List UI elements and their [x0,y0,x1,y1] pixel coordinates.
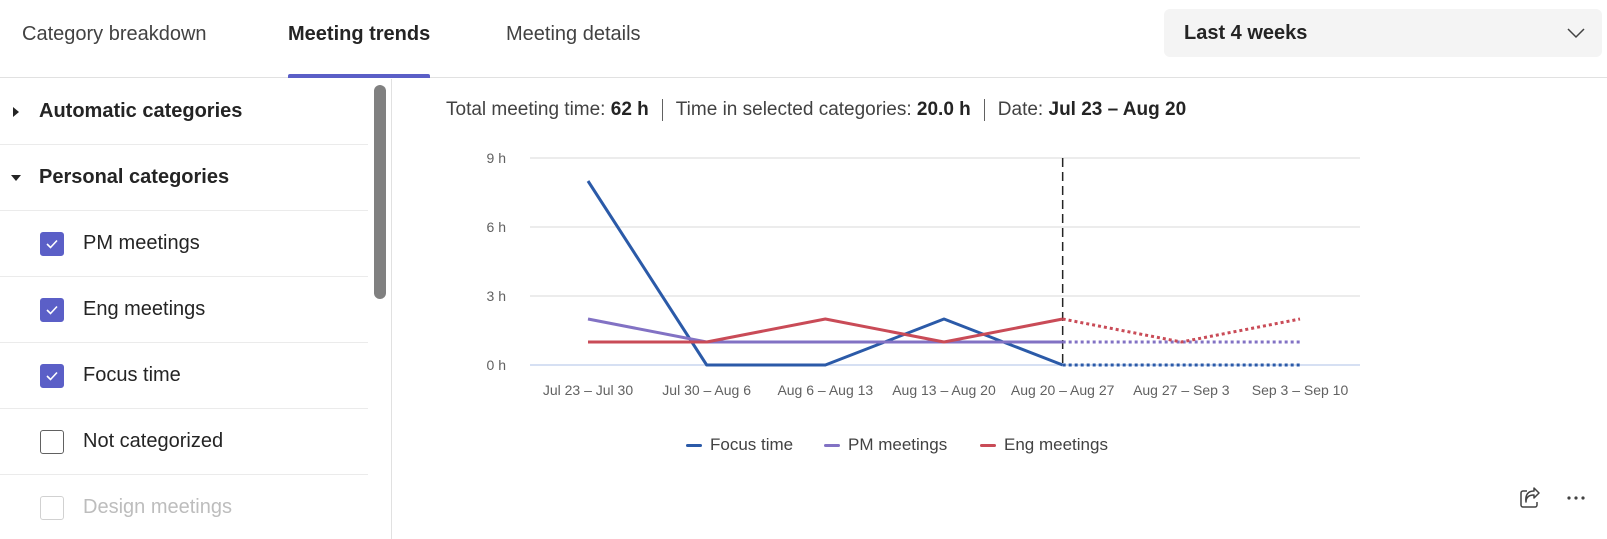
group-personal-categories[interactable]: Personal categories [0,145,368,211]
category-item-not-categorized[interactable]: Not categorized [0,409,368,475]
x-tick-label: Jul 23 – Jul 30 [543,382,633,398]
y-tick-label: 3 h [487,288,506,304]
group-label: Automatic categories [39,100,243,122]
group-automatic-categories[interactable]: Automatic categories [0,79,368,145]
summary-bar: Total meeting time: 62 h Time in selecte… [446,99,1186,121]
date-label: Date: [997,99,1044,120]
total-meeting-time-value: 62 h [610,99,649,120]
legend-label: PM meetings [848,435,948,454]
checkbox[interactable] [40,297,64,322]
checkbox[interactable] [40,231,64,256]
meeting-trends-chart: 0 h 3 h 6 h 9 h Jul 23 – Jul 30 Jul 30 – Aug … [487,150,1360,398]
category-sidebar: Automatic categories Personal categories… [0,79,392,539]
checkmark-icon [46,239,58,249]
category-label: Eng meetings [83,298,206,320]
date-value: Jul 23 – Aug 20 [1048,99,1187,120]
x-tick-label: Aug 27 – Sep 3 [1133,382,1230,398]
category-item-eng-meetings[interactable]: Eng meetings [0,277,368,343]
category-label: Focus time [83,364,181,386]
series-projection-eng-meetings [1062,317,1301,344]
more-icon [1567,496,1585,500]
y-tick-label: 6 h [487,219,506,235]
legend-item-focus-time[interactable]: Focus time [686,435,793,455]
checkbox[interactable] [40,363,64,388]
y-tick-label: 0 h [487,357,506,373]
more-options-button[interactable] [1560,482,1592,514]
chevron-down-icon [1567,28,1585,39]
checkmark-icon [46,305,58,315]
date-range-dropdown[interactable]: Last 4 weeks [1164,9,1602,57]
total-meeting-time-label: Total meeting time: [446,99,606,120]
date-range-value: Last 4 weeks [1184,21,1308,44]
legend-swatch [686,443,702,447]
checkbox [40,495,64,520]
share-icon [1520,487,1540,508]
legend-item-eng-meetings[interactable]: Eng meetings [980,435,1108,455]
x-tick-label: Aug 6 – Aug 13 [777,382,873,398]
x-tick-label: Aug 13 – Aug 20 [892,382,996,398]
tab-category-breakdown[interactable]: Category breakdown [22,0,207,78]
tab-meeting-details[interactable]: Meeting details [506,0,641,78]
group-label: Personal categories [39,166,230,188]
divider [661,99,663,121]
top-bar: Category breakdown Meeting trends Meetin… [0,0,1607,78]
caret-right-icon [13,106,19,117]
divider [983,99,985,121]
category-item-design-meetings: Design meetings [0,475,368,539]
checkmark-icon [46,371,58,381]
series-line-focus-time [586,180,1064,367]
x-tick-label: Jul 30 – Aug 6 [662,382,751,398]
caret-down-icon [11,174,21,181]
x-tick-label: Aug 20 – Aug 27 [1011,382,1115,398]
share-button[interactable] [1514,482,1546,514]
tab-meeting-trends[interactable]: Meeting trends [288,0,431,78]
sidebar-scrollbar[interactable] [374,85,386,299]
category-label: Design meetings [83,496,232,518]
legend-label: Eng meetings [1004,435,1108,454]
selected-time-label: Time in selected categories: [675,99,912,120]
category-item-focus-time[interactable]: Focus time [0,343,368,409]
y-tick-label: 9 h [487,150,506,166]
category-item-pm-meetings[interactable]: PM meetings [0,211,368,277]
selected-time-value: 20.0 h [916,99,971,120]
category-label: PM meetings [83,232,200,254]
legend-item-pm-meetings[interactable]: PM meetings [824,435,947,455]
legend-label: Focus time [710,435,794,454]
category-label: Not categorized [83,430,224,452]
checkbox[interactable] [40,429,64,454]
legend-swatch [824,443,840,447]
x-tick-label: Sep 3 – Sep 10 [1252,382,1349,398]
legend-swatch [980,443,996,447]
